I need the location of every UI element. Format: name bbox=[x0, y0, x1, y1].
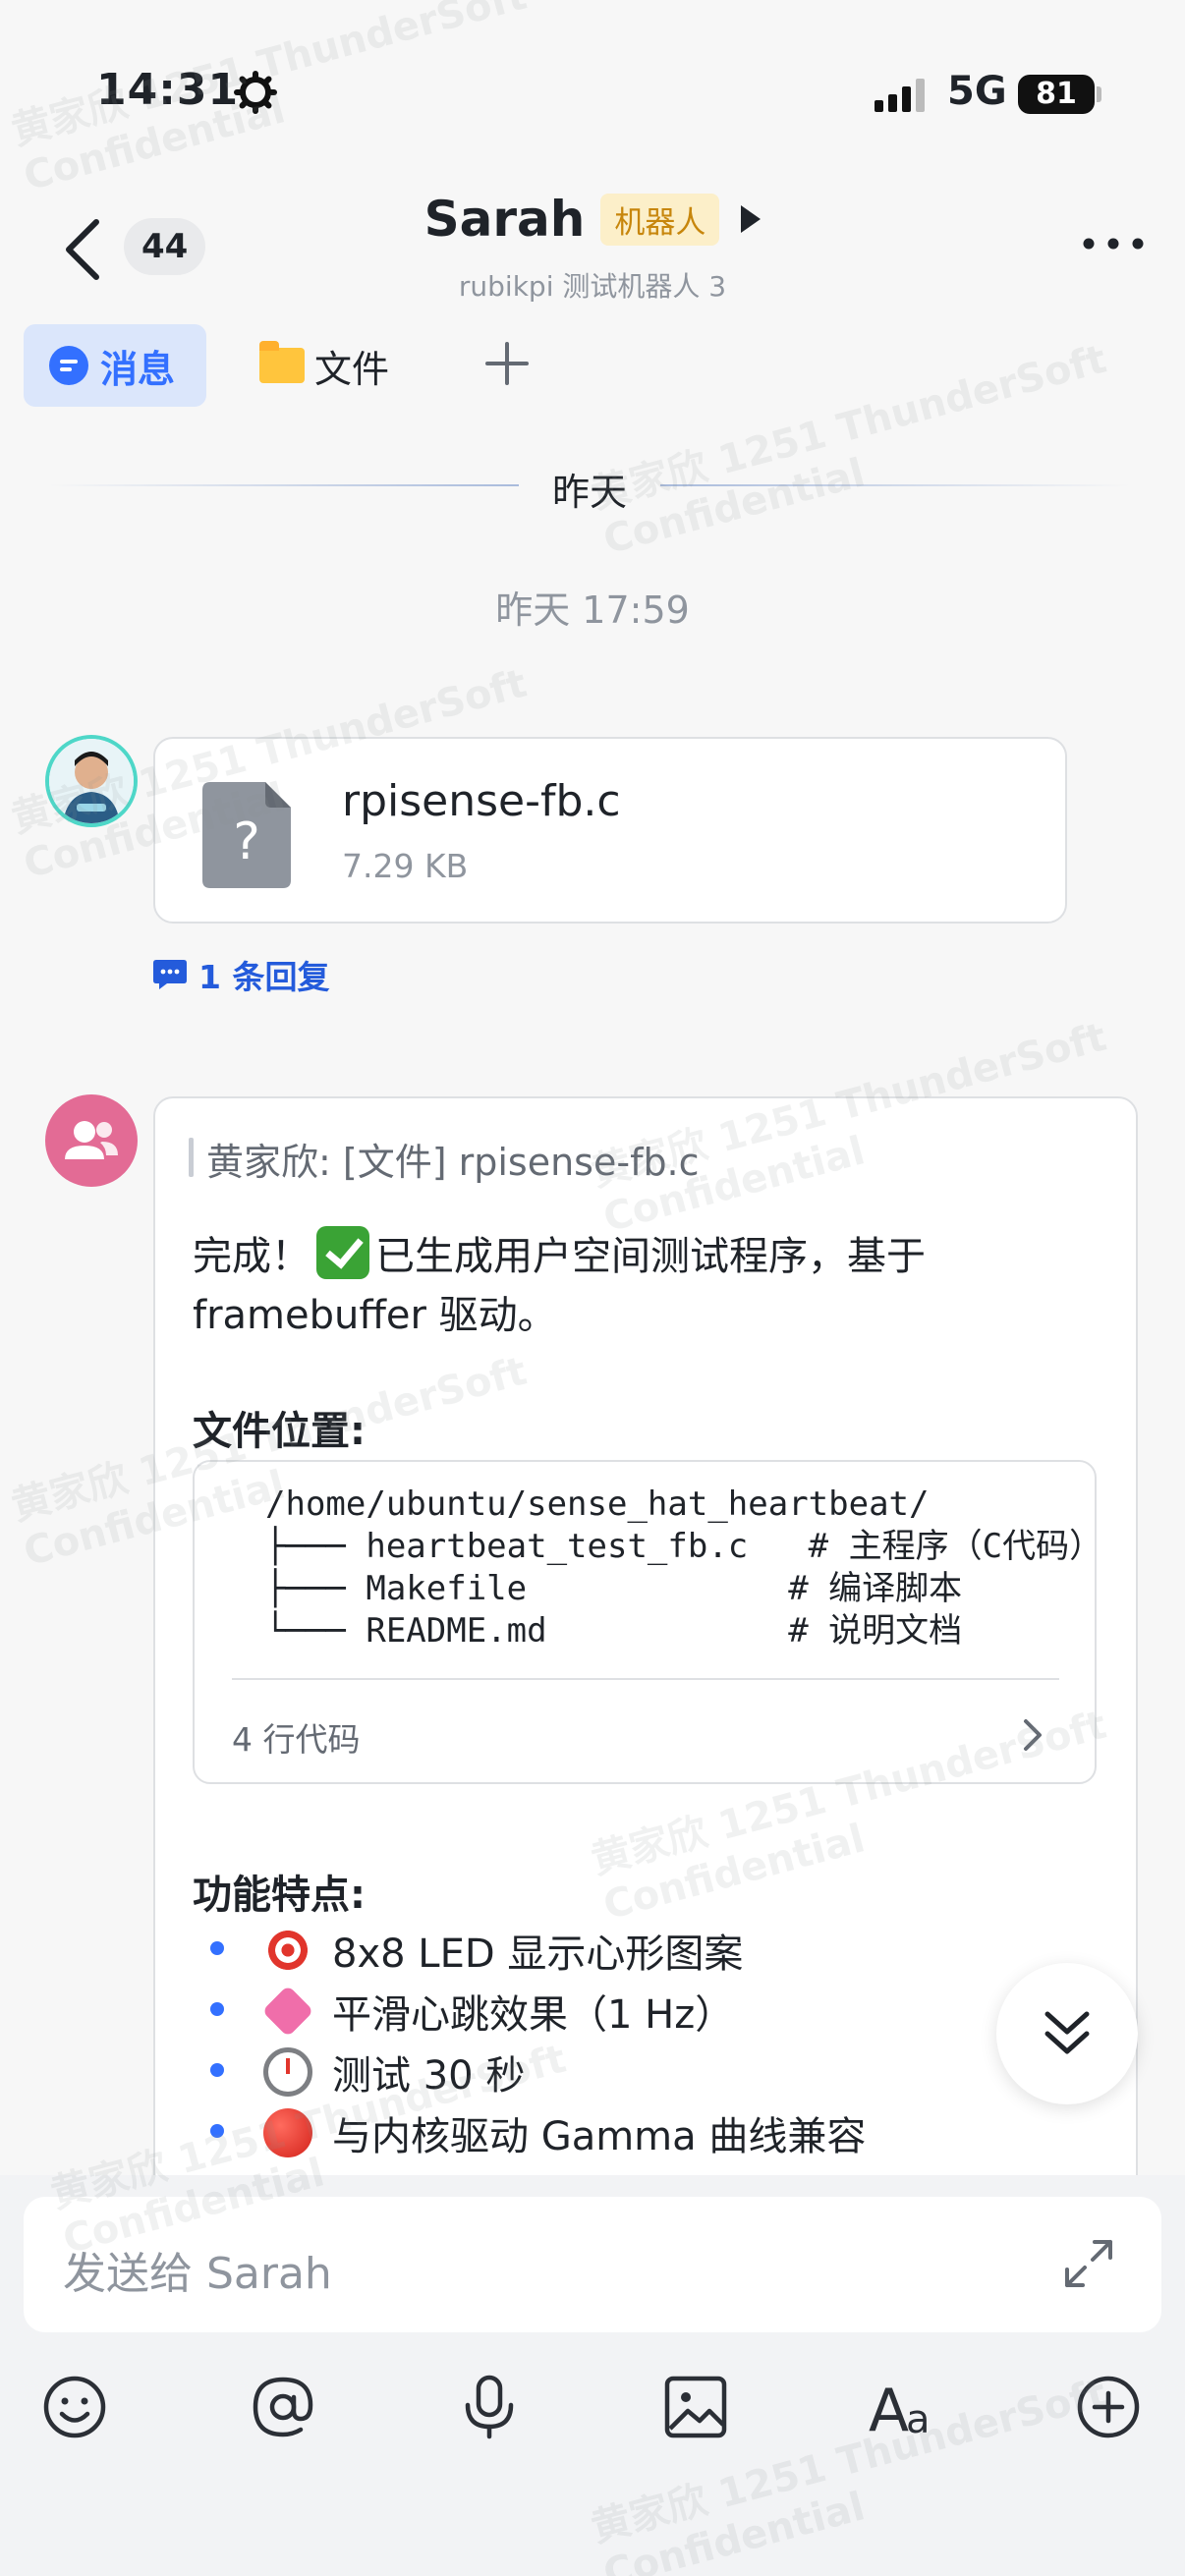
svg-text:A: A bbox=[869, 2377, 909, 2440]
signal-icon bbox=[875, 79, 925, 112]
heart-icon bbox=[261, 1985, 314, 2038]
message-input-placeholder[interactable]: 发送给 Sarah bbox=[63, 2238, 332, 2301]
check-mark-icon bbox=[316, 1226, 369, 1279]
feature-text: 与内核驱动 Gamma 曲线兼容 bbox=[332, 2114, 867, 2159]
folder-icon bbox=[259, 341, 305, 383]
date-divider-line-left bbox=[49, 484, 519, 486]
message-time: 昨天 17:59 bbox=[495, 588, 690, 632]
svg-text:a: a bbox=[906, 2397, 931, 2440]
gear-icon bbox=[234, 71, 277, 114]
list-item: 平滑心跳效果（1 Hz） bbox=[261, 1983, 735, 2040]
battery-cap bbox=[1097, 86, 1101, 102]
image-icon[interactable] bbox=[662, 2374, 729, 2440]
tab-messages-label: 消息 bbox=[100, 347, 176, 391]
code-line-count: 4 行代码 bbox=[232, 1720, 361, 1759]
double-chevron-down-icon bbox=[1044, 2011, 1090, 2054]
status-time: 14:31 bbox=[96, 65, 240, 115]
group-avatar[interactable] bbox=[45, 1094, 138, 1187]
emoji-icon[interactable] bbox=[41, 2374, 108, 2440]
date-divider: 昨天 bbox=[551, 471, 627, 514]
watermark: 黄家欣 1251 ThunderSoftConfidential bbox=[587, 336, 1111, 564]
bullet bbox=[210, 2002, 224, 2016]
mic-icon[interactable] bbox=[456, 2374, 523, 2440]
chevron-right-icon[interactable] bbox=[1022, 1717, 1045, 1753]
expand-icon[interactable] bbox=[1061, 2236, 1116, 2291]
list-item: 与内核驱动 Gamma 曲线兼容 bbox=[263, 2104, 866, 2161]
bullet bbox=[210, 2063, 224, 2077]
red-circle-icon bbox=[263, 2108, 312, 2157]
user-avatar-icon bbox=[49, 739, 134, 823]
tab-files-label: 文件 bbox=[314, 347, 390, 391]
file-size: 7.29 KB bbox=[342, 847, 469, 885]
message-intro-line1: 完成！ 已生成用户空间测试程序，基于 bbox=[193, 1224, 926, 1281]
intro-done: 完成！ bbox=[193, 1234, 310, 1279]
reply-thread-link[interactable]: 1 条回复 bbox=[153, 951, 329, 998]
bullet bbox=[210, 1941, 224, 1955]
bot-tag: 机器人 bbox=[600, 193, 720, 246]
intro-text: 已生成用户空间测试程序，基于 bbox=[375, 1234, 926, 1279]
add-icon[interactable] bbox=[1075, 2374, 1142, 2440]
code-content: /home/ubuntu/sense_hat_heartbeat/ ├─── h… bbox=[265, 1484, 1103, 1651]
more-icon[interactable] bbox=[1079, 234, 1148, 253]
feature-text: 平滑心跳效果（1 Hz） bbox=[332, 1992, 735, 2038]
battery-indicator: 81 bbox=[1018, 75, 1095, 114]
dart-icon bbox=[263, 1926, 312, 1975]
features-heading: 功能特点: bbox=[193, 1873, 366, 1918]
mention-icon[interactable] bbox=[250, 2374, 316, 2440]
bullet bbox=[210, 2124, 224, 2138]
avatar[interactable] bbox=[45, 735, 138, 827]
scroll-to-bottom-button[interactable] bbox=[996, 1963, 1138, 2104]
text-format-icon[interactable]: A a bbox=[869, 2374, 941, 2440]
quote-bar bbox=[189, 1138, 194, 1177]
feature-text: 8x8 LED 显示心形图案 bbox=[332, 1932, 744, 1977]
file-name: rpisense-fb.c bbox=[342, 776, 621, 826]
quoted-message[interactable]: 黄家欣: [文件] rpisense-fb.c bbox=[206, 1132, 700, 1186]
play-icon[interactable] bbox=[741, 205, 762, 233]
reply-icon bbox=[153, 960, 187, 989]
reply-count: 1 条回复 bbox=[198, 958, 330, 996]
list-item: 8x8 LED 显示心形图案 bbox=[263, 1922, 743, 1979]
chat-title[interactable]: Sarah bbox=[424, 191, 586, 248]
add-tab-icon[interactable] bbox=[483, 340, 531, 387]
chat-title-row[interactable]: Sarah 机器人 bbox=[0, 191, 1185, 248]
file-location-heading: 文件位置: bbox=[193, 1409, 366, 1454]
tab-files[interactable]: 文件 bbox=[259, 324, 389, 407]
chat-subtitle: rubikpi 测试机器人 3 bbox=[458, 270, 727, 303]
tab-messages[interactable]: 消息 bbox=[24, 324, 206, 407]
list-item: 测试 30 秒 bbox=[263, 2044, 525, 2100]
date-divider-line-right bbox=[660, 484, 1130, 486]
svg-text:?: ? bbox=[233, 812, 260, 871]
group-icon bbox=[65, 1121, 118, 1159]
unknown-file-icon: ? bbox=[202, 782, 291, 888]
message-intro-line2: framebuffer 驱动。 bbox=[193, 1293, 557, 1338]
code-divider bbox=[232, 1678, 1059, 1680]
network-label: 5G bbox=[947, 69, 1007, 114]
message-icon bbox=[49, 346, 88, 385]
feature-text: 测试 30 秒 bbox=[332, 2053, 526, 2099]
timer-icon bbox=[263, 2047, 312, 2097]
